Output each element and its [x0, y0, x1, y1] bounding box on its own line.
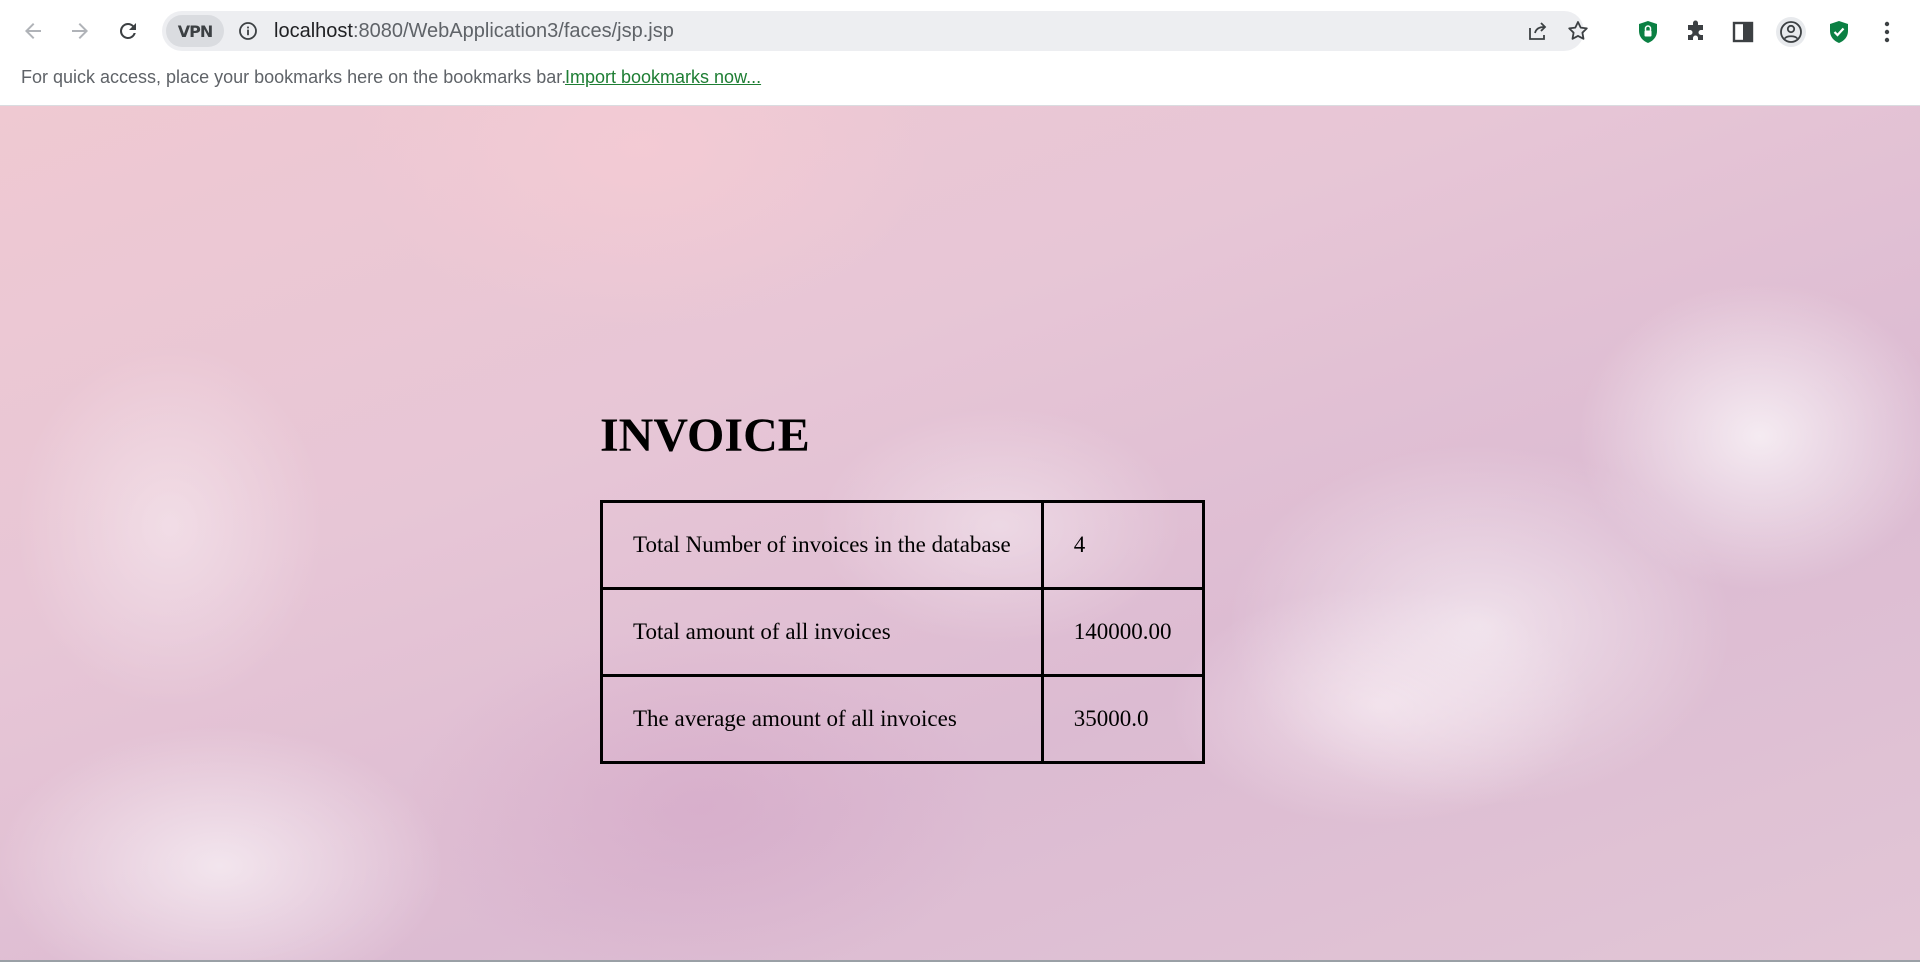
- vpn-label: VPN: [177, 21, 213, 41]
- vpn-badge[interactable]: VPN: [166, 15, 224, 47]
- reload-button[interactable]: [113, 16, 143, 46]
- row-value: 35000.0: [1040, 674, 1205, 764]
- info-icon[interactable]: [238, 21, 258, 41]
- page-viewport: INVOICE Total Number of invoices in the …: [0, 106, 1920, 962]
- row-label: Total Number of invoices in the database: [600, 500, 1044, 590]
- profile-person-icon: [1780, 21, 1802, 43]
- back-button[interactable]: [18, 16, 48, 46]
- menu-kebab-icon[interactable]: [1874, 19, 1900, 45]
- row-value: 140000.00: [1040, 587, 1205, 677]
- url-host: localhost: [274, 20, 353, 42]
- bookmarks-hint: For quick access, place your bookmarks h…: [21, 67, 567, 87]
- tab-strip: [0, 0, 1920, 8]
- address-bar[interactable]: VPN localhost:8080/WebApplication3/faces…: [162, 11, 1588, 51]
- profile-avatar[interactable]: [1776, 17, 1806, 47]
- import-bookmarks-link[interactable]: Import bookmarks now...: [565, 67, 761, 88]
- share-icon[interactable]: [1526, 19, 1550, 43]
- table-row: The average amount of all invoices 35000…: [600, 674, 1205, 764]
- page-title: INVOICE: [600, 409, 810, 462]
- bookmark-star-icon[interactable]: [1566, 19, 1590, 43]
- table-row: Total Number of invoices in the database…: [600, 500, 1205, 590]
- row-label: The average amount of all invoices: [600, 674, 1044, 764]
- arrow-left-icon: [25, 23, 41, 39]
- bookmarks-bar: For quick access, place your bookmarks h…: [0, 54, 1920, 106]
- url-text[interactable]: localhost:8080/WebApplication3/faces/jsp…: [274, 20, 674, 43]
- invoice-summary-table: Total Number of invoices in the database…: [600, 500, 1205, 764]
- url-path: :8080/WebApplication3/faces/jsp.jsp: [352, 20, 674, 42]
- row-label: Total amount of all invoices: [600, 587, 1044, 677]
- vpn-shield-icon[interactable]: [1635, 19, 1661, 45]
- security-check-icon[interactable]: [1826, 19, 1852, 45]
- table-row: Total amount of all invoices 140000.00: [600, 587, 1205, 677]
- extensions-puzzle-icon[interactable]: [1683, 19, 1709, 45]
- reload-icon: [120, 23, 136, 39]
- side-panel-icon[interactable]: [1730, 19, 1756, 45]
- browser-toolbar: VPN localhost:8080/WebApplication3/faces…: [0, 8, 1920, 54]
- row-value: 4: [1040, 500, 1205, 590]
- forward-button[interactable]: [65, 16, 95, 46]
- invoice-section: INVOICE Total Number of invoices in the …: [600, 408, 1205, 764]
- arrow-right-icon: [72, 23, 88, 39]
